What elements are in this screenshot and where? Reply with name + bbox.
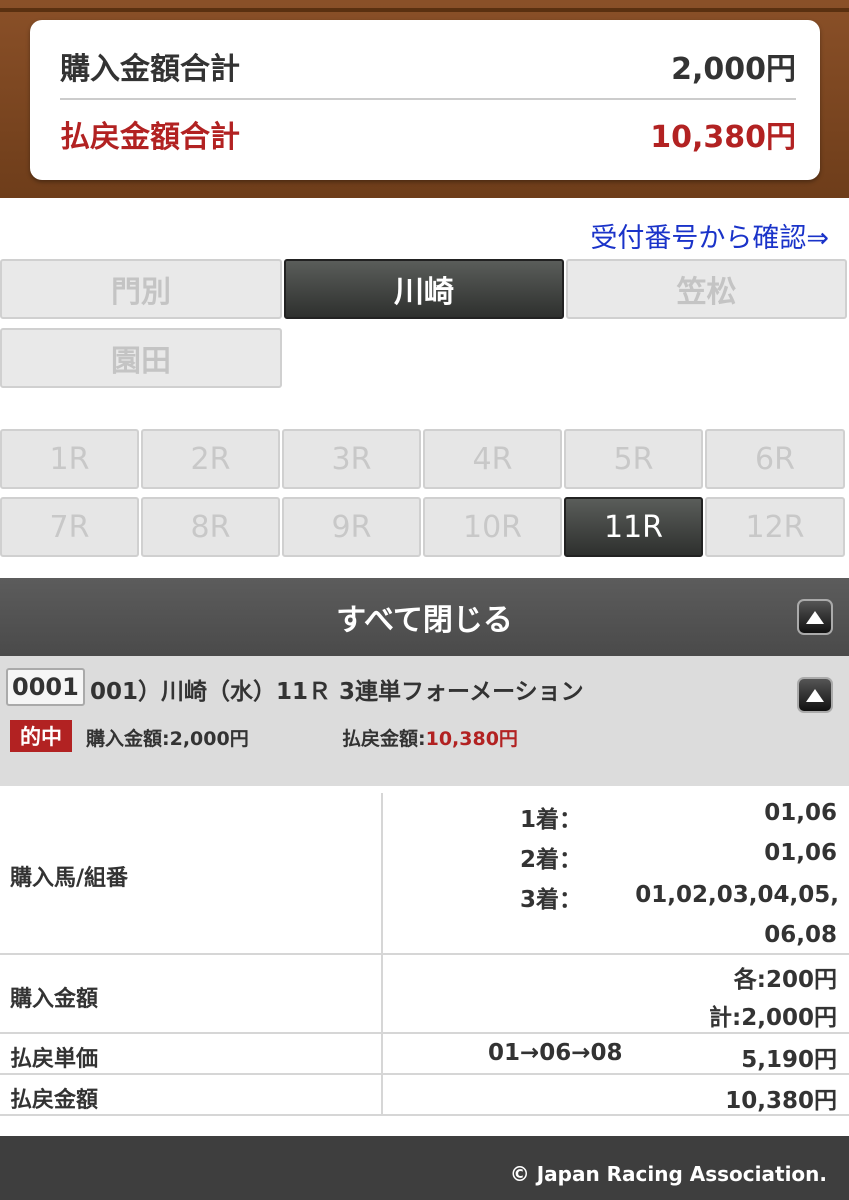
table-divider xyxy=(0,953,849,955)
ticket-payout-value: 10,380円 xyxy=(425,728,518,750)
venue-tab-kasamatsu[interactable]: 笠松 xyxy=(566,259,847,319)
table-divider xyxy=(0,1114,849,1116)
ticket-purchase-amount: 購入金額:2,000円 xyxy=(86,728,249,750)
horses-label: 購入馬/組番 xyxy=(10,866,129,891)
confirm-by-receipt-link[interactable]: 受付番号から確認⇒ xyxy=(590,216,829,255)
race-button-5[interactable]: 5R xyxy=(564,429,703,489)
summary-card: 購入金額合計 2,000円 払戻金額合計 10,380円 xyxy=(30,20,820,180)
table-divider xyxy=(0,1032,849,1034)
race-button-1[interactable]: 1R xyxy=(0,429,139,489)
purchase-total-value: 2,000円 xyxy=(671,52,796,87)
amount-label: 購入金額 xyxy=(10,987,99,1012)
venue-tab-sonoda[interactable]: 園田 xyxy=(0,328,282,388)
place3-value-line2: 06,08 xyxy=(764,922,837,948)
race-button-9[interactable]: 9R xyxy=(282,497,421,557)
collapse-ticket-icon[interactable] xyxy=(797,677,833,713)
payout-label: 払戻金額 xyxy=(10,1088,99,1113)
ticket-number: 0001 xyxy=(6,668,85,706)
purchase-total-label: 購入金額合計 xyxy=(60,52,240,87)
race-button-7[interactable]: 7R xyxy=(0,497,139,557)
venue-tab-kawasaki[interactable]: 川崎 xyxy=(284,259,564,319)
race-button-8[interactable]: 8R xyxy=(141,497,280,557)
race-button-4[interactable]: 4R xyxy=(423,429,562,489)
hit-badge: 的中 xyxy=(10,720,72,752)
place2-value: 01,06 xyxy=(764,840,837,866)
race-button-11[interactable]: 11R xyxy=(564,497,703,557)
footer: © Japan Racing Association. xyxy=(0,1136,849,1200)
payout-total-value: 10,380円 xyxy=(650,120,796,155)
ticket-title: 001）川崎（水）11Ｒ 3連単フォーメーション xyxy=(90,679,584,705)
amount-each: 各:200円 xyxy=(733,967,837,993)
ticket-payout-label: 払戻金額: xyxy=(342,728,426,750)
ticket-payout: 払戻金額:10,380円 xyxy=(342,724,518,751)
place1-label: 1着： xyxy=(520,807,583,833)
close-all-bar[interactable]: すべて閉じる xyxy=(0,578,849,656)
race-button-3[interactable]: 3R xyxy=(282,429,421,489)
purchase-total-row: 購入金額合計 2,000円 xyxy=(60,34,796,100)
winning-combination: 01→06→08 xyxy=(488,1040,623,1066)
table-divider xyxy=(0,1073,849,1075)
unit-payout-label: 払戻単価 xyxy=(10,1047,99,1072)
copyright-text: © Japan Racing Association. xyxy=(509,1162,827,1186)
place2-label: 2着： xyxy=(520,847,583,873)
place3-label: 3着： xyxy=(520,887,583,913)
collapse-all-icon[interactable] xyxy=(797,599,833,635)
venue-tab-monbetsu[interactable]: 門別 xyxy=(0,259,282,319)
payout-total-label: 払戻金額合計 xyxy=(60,120,240,155)
place3-value-line1: 01,02,03,04,05, xyxy=(635,882,839,908)
race-button-6[interactable]: 6R xyxy=(705,429,845,489)
payout-value: 10,380円 xyxy=(725,1088,837,1114)
close-all-label: すべて閉じる xyxy=(336,603,513,638)
race-button-12[interactable]: 12R xyxy=(705,497,845,557)
race-button-10[interactable]: 10R xyxy=(423,497,562,557)
place1-value: 01,06 xyxy=(764,800,837,826)
payout-total-row: 払戻金額合計 10,380円 xyxy=(60,102,796,166)
amount-total: 計:2,000円 xyxy=(709,1005,837,1031)
race-button-2[interactable]: 2R xyxy=(141,429,280,489)
unit-payout-value: 5,190円 xyxy=(741,1047,837,1073)
